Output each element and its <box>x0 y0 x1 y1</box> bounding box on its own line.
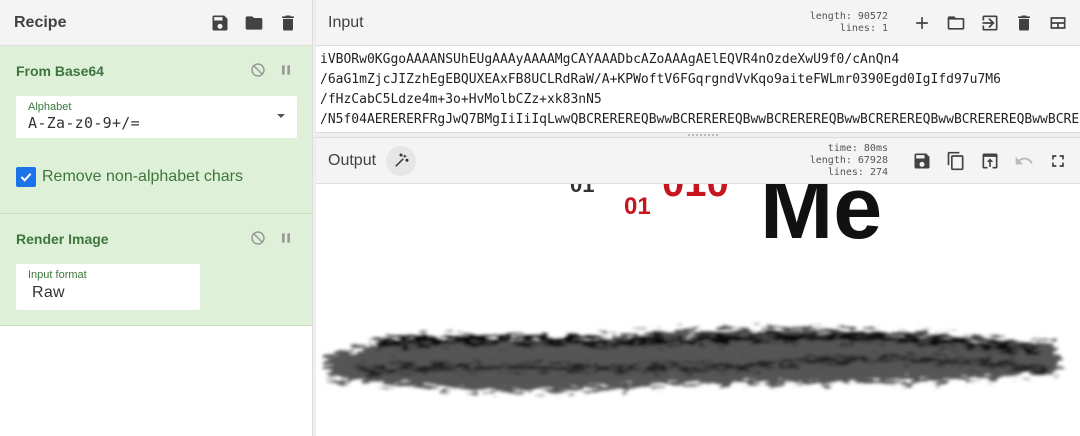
input-format-label: Input format <box>28 269 87 281</box>
image-text-small: 01 <box>570 184 594 197</box>
length-value: 90572 <box>857 10 888 22</box>
add-icon[interactable] <box>912 13 932 33</box>
operation-title: From Base64 <box>16 63 104 79</box>
output-pane: Output time: 80ms length: 67928 lines: 274 <box>316 138 1080 436</box>
length-label: length: <box>809 10 852 22</box>
alphabet-select[interactable]: Alphabet A-Za-z0-9+/= <box>16 96 297 138</box>
time-value: 80ms <box>863 142 888 154</box>
chevron-down-icon <box>277 114 285 118</box>
lines-label: lines: <box>827 166 864 178</box>
recipe-title: Recipe <box>14 13 67 31</box>
remove-non-alphabet-checkbox[interactable]: Remove non-alphabet chars <box>16 167 243 187</box>
save-output-icon[interactable] <box>912 151 932 171</box>
input-line: /6aG1mZjcJIZzhEgEBQUXEAxFB8UCLRdRaW/A+KP… <box>320 72 1001 87</box>
lines-value: 274 <box>869 166 888 178</box>
clear-input-icon[interactable] <box>1014 13 1034 33</box>
alphabet-label: Alphabet <box>28 101 72 113</box>
recipe-header: Recipe <box>0 0 312 46</box>
replace-input-icon[interactable] <box>980 151 1000 171</box>
output-image: 01 01 010 Me <box>316 184 1080 436</box>
length-value: 67928 <box>857 154 888 166</box>
image-text-word: Me <box>760 184 882 257</box>
checkbox-label: Remove non-alphabet chars <box>42 168 244 185</box>
trash-icon[interactable] <box>278 13 298 33</box>
input-header: Input length: 90572 lines: 1 <box>316 0 1080 46</box>
lines-value: 1 <box>881 22 888 34</box>
input-format-field[interactable]: Input format Raw <box>16 264 200 310</box>
input-textarea[interactable]: iVBORw0KGgoAAAANSUhEUgAAAyAAAAMgCAYAAADb… <box>316 46 1080 134</box>
recipe-pane: Recipe From Base64 Alphabet A-Za-z0-9+/=… <box>0 0 313 436</box>
open-file-icon[interactable] <box>980 13 1000 33</box>
image-text-red-small: 01 <box>624 193 651 220</box>
open-folder-icon[interactable] <box>946 13 966 33</box>
length-label: length: <box>809 154 852 166</box>
alphabet-value: A-Za-z0-9+/= <box>28 114 140 132</box>
operation-from-base64[interactable]: From Base64 Alphabet A-Za-z0-9+/= Remove… <box>0 46 312 214</box>
disable-icon[interactable] <box>250 230 266 246</box>
folder-icon[interactable] <box>244 13 264 33</box>
pause-icon[interactable] <box>278 62 294 78</box>
disable-icon[interactable] <box>250 62 266 78</box>
save-icon[interactable] <box>210 13 230 33</box>
time-label: time: <box>827 142 858 154</box>
lines-label: lines: <box>839 22 876 34</box>
magic-wand-icon[interactable] <box>386 145 417 176</box>
input-title: Input <box>328 13 364 31</box>
layout-icon[interactable] <box>1048 13 1068 33</box>
undo-icon <box>1014 151 1034 171</box>
fullscreen-icon[interactable] <box>1048 151 1068 171</box>
output-stats: time: 80ms length: 67928 lines: 274 <box>810 143 888 179</box>
input-format-value: Raw <box>32 284 65 301</box>
output-header: Output time: 80ms length: 67928 lines: 274 <box>316 138 1080 184</box>
operation-render-image[interactable]: Render Image Input format Raw <box>0 214 312 326</box>
blurred-stroke <box>326 328 1060 392</box>
checkbox-checked-icon[interactable] <box>16 167 36 187</box>
resize-grip-icon[interactable] <box>688 134 718 136</box>
operation-title: Render Image <box>16 231 109 247</box>
input-line: iVBORw0KGgoAAAANSUhEUgAAAyAAAAMgCAYAAADb… <box>320 52 900 67</box>
rendered-image: 01 01 010 Me <box>326 184 1060 392</box>
input-pane: Input length: 90572 lines: 1 iVBORw0KGgoAA… <box>316 0 1080 132</box>
image-text-red-large: 010 <box>662 184 729 205</box>
input-stats: length: 90572 lines: 1 <box>810 11 888 35</box>
copy-icon[interactable] <box>946 151 966 171</box>
output-title: Output <box>328 151 377 169</box>
pause-icon[interactable] <box>278 230 294 246</box>
input-line: /fHzCabC5Ldze4m+3o+HvMolbCZz+xk83nN5 <box>320 92 602 107</box>
input-line: /N5f04AERERERFRgJwQ7BMgIiIiIqLwwQBCRERER… <box>320 112 1080 127</box>
